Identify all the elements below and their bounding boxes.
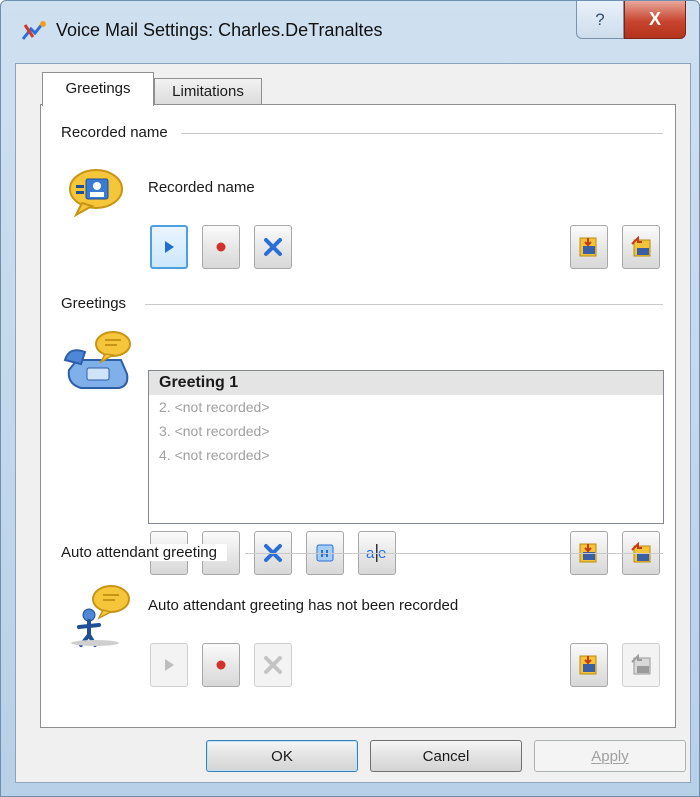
- auto-attendant-record-button[interactable]: [202, 643, 240, 687]
- auto-attendant-status: Auto attendant greeting has not been rec…: [148, 597, 459, 614]
- apply-button[interactable]: Apply: [534, 740, 686, 772]
- help-icon: ?: [595, 9, 605, 29]
- delete-icon: [264, 238, 282, 256]
- play-icon: [165, 241, 174, 253]
- dialog-body: Greetings Limitations Recorded name Reco…: [15, 63, 691, 783]
- tab-greetings[interactable]: Greetings: [42, 72, 154, 106]
- recorded-name-import-button[interactable]: [570, 225, 608, 269]
- auto-attendant-divider-line: [245, 553, 663, 554]
- title-bar: Voice Mail Settings: Charles.DeTranaltes…: [1, 1, 699, 63]
- close-icon: X: [648, 9, 661, 29]
- recorded-name-export-button[interactable]: [622, 225, 660, 269]
- auto-attendant-group-label: Auto attendant greeting: [61, 544, 227, 561]
- recorded-name-status: Recorded name: [148, 179, 255, 196]
- ok-button-label: OK: [271, 747, 293, 765]
- tab-limitations[interactable]: Limitations: [154, 78, 262, 104]
- close-button[interactable]: X: [624, 1, 686, 39]
- recorded-name-record-button[interactable]: [202, 225, 240, 269]
- auto-attendant-play-button[interactable]: [150, 643, 188, 687]
- export-file-icon: [631, 654, 651, 675]
- tab-limitations-label: Limitations: [172, 83, 244, 100]
- person-speech-bubble-icon: [71, 585, 130, 647]
- greetings-list[interactable]: Greeting 1 2. <not recorded> 3. <not rec…: [148, 370, 664, 524]
- app-icon: [21, 21, 46, 40]
- dialog-window: Voice Mail Settings: Charles.DeTranaltes…: [0, 0, 700, 797]
- greetings-divider: [145, 304, 663, 305]
- telephone-speech-bubble-icon: [63, 331, 131, 389]
- record-icon: [216, 660, 226, 670]
- greeting-list-item-1[interactable]: Greeting 1: [149, 371, 663, 395]
- record-icon: [216, 242, 226, 252]
- ok-button[interactable]: OK: [206, 740, 358, 772]
- import-file-icon: [579, 237, 597, 257]
- recorded-name-play-button[interactable]: [150, 225, 188, 269]
- help-button[interactable]: ?: [576, 1, 624, 39]
- recorded-name-group-label: Recorded name: [61, 124, 178, 141]
- greeting-list-item-4[interactable]: 4. <not recorded>: [149, 443, 663, 467]
- export-file-icon: [631, 236, 651, 257]
- play-icon: [165, 659, 174, 671]
- cancel-button-label: Cancel: [422, 747, 470, 765]
- auto-attendant-delete-button[interactable]: [254, 643, 292, 687]
- import-file-icon: [579, 655, 597, 675]
- contact-speech-bubble-icon: [69, 169, 123, 217]
- apply-button-label: Apply: [591, 747, 629, 765]
- greeting-list-item-3[interactable]: 3. <not recorded>: [149, 419, 663, 443]
- tab-greetings-label: Greetings: [65, 80, 131, 97]
- cancel-button[interactable]: Cancel: [370, 740, 522, 772]
- delete-icon: [264, 656, 282, 674]
- window-title: Voice Mail Settings: Charles.DeTranaltes: [56, 20, 383, 40]
- auto-attendant-export-button[interactable]: [622, 643, 660, 687]
- greeting-list-item-2[interactable]: 2. <not recorded>: [149, 395, 663, 419]
- recorded-name-divider: [181, 133, 663, 134]
- greetings-tab-panel: Recorded name Recorded name Greetings Gr…: [40, 104, 676, 728]
- recorded-name-delete-button[interactable]: [254, 225, 292, 269]
- auto-attendant-import-button[interactable]: [570, 643, 608, 687]
- greetings-group-label: Greetings: [61, 295, 137, 312]
